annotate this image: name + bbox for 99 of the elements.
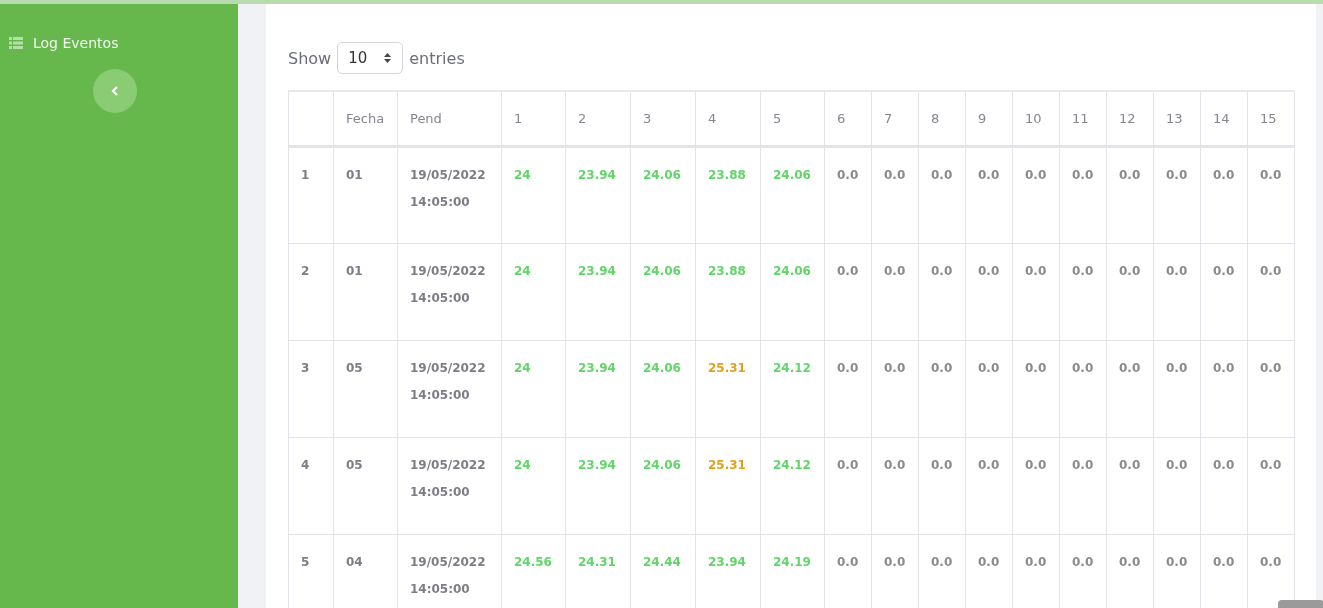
sidebar-item[interactable]: Log Eventos: [9, 35, 119, 51]
table-cell: 01: [333, 146, 398, 244]
table-cell: 2: [288, 243, 334, 341]
table-cell: 05: [333, 437, 398, 535]
table-cell: 24.06: [630, 340, 696, 438]
column-header[interactable]: 14: [1200, 91, 1248, 147]
table-cell: 24: [501, 146, 566, 244]
table-cell: 0.0: [1106, 146, 1154, 244]
table-cell: 24.06: [760, 146, 825, 244]
column-header[interactable]: 5: [760, 91, 825, 147]
table-cell: 0.0: [824, 146, 872, 244]
table-cell: 24.06: [630, 243, 696, 341]
table-cell: 24.06: [630, 437, 696, 535]
table-cell: 0.0: [965, 437, 1013, 535]
table-cell: 0.0: [1247, 437, 1295, 535]
table-cell: 1: [288, 146, 334, 244]
column-header[interactable]: 8: [918, 91, 966, 147]
table-cell: 0.0: [824, 437, 872, 535]
table-cell: 05: [333, 340, 398, 438]
column-header[interactable]: Fecha: [333, 91, 398, 147]
table-cell: 23.94: [565, 146, 631, 244]
table-cell: 0.0: [1200, 340, 1248, 438]
table-cell: 0.0: [1012, 146, 1060, 244]
table-cell: 0.0: [918, 340, 966, 438]
table-cell: 0.0: [1200, 243, 1248, 341]
list-icon: [9, 37, 23, 49]
table-cell: 0.0: [918, 437, 966, 535]
table-cell: 19/05/2022 14:05:00: [397, 437, 502, 535]
column-header[interactable]: Pend: [397, 91, 502, 147]
table-cell: 0.0: [871, 340, 919, 438]
entries-label: entries: [409, 48, 465, 68]
column-header[interactable]: 3: [630, 91, 696, 147]
table-cell: 25.31: [695, 437, 761, 535]
table-cell: 0.0: [1247, 146, 1295, 244]
table-cell: 0.0: [871, 243, 919, 341]
table-cell: 0.0: [871, 437, 919, 535]
table-cell: 0.0: [824, 340, 872, 438]
table-cell: 01: [333, 243, 398, 341]
table-cell: 19/05/2022 14:05:00: [397, 146, 502, 244]
column-header[interactable]: 11: [1059, 91, 1107, 147]
table-cell: 0.0: [965, 243, 1013, 341]
table-cell: 0.0: [1059, 340, 1107, 438]
table-cell: 0.0: [1153, 437, 1201, 535]
table-cell: 24: [501, 437, 566, 535]
table-cell: 23.94: [565, 437, 631, 535]
column-header[interactable]: 7: [871, 91, 919, 147]
table-cell: 0.0: [1153, 146, 1201, 244]
table-cell: 5: [288, 534, 334, 608]
table-cell: 0.0: [1106, 437, 1154, 535]
table-cell: 4: [288, 437, 334, 535]
table-cell: 0.0: [824, 243, 872, 341]
table-cell: 0.0: [918, 146, 966, 244]
chevron-left-icon: [111, 86, 119, 96]
table-cell: 0.0: [1059, 243, 1107, 341]
column-header[interactable]: 2: [565, 91, 631, 147]
table-cell: 23.94: [565, 243, 631, 341]
table-cell: 24.06: [630, 146, 696, 244]
table-cell: 24.12: [760, 340, 825, 438]
table-cell: 19/05/2022 14:05:00: [397, 340, 502, 438]
table-cell: 0.0: [1200, 437, 1248, 535]
table-cell: 23.88: [695, 243, 761, 341]
table-cell: 0.0: [965, 340, 1013, 438]
table-cell: 25.31: [695, 340, 761, 438]
table-cell: 0.0: [1059, 146, 1107, 244]
table-cell: 24: [501, 243, 566, 341]
collapse-sidebar-button[interactable]: [93, 69, 137, 113]
show-label: Show: [288, 48, 332, 68]
table-cell: 23.88: [695, 146, 761, 244]
table-cell: 19/05/2022 14:05:00: [397, 243, 502, 341]
column-header[interactable]: 15: [1247, 91, 1295, 147]
column-header[interactable]: 12: [1106, 91, 1154, 147]
table-cell: 0.0: [871, 146, 919, 244]
table-cell: 3: [288, 340, 334, 438]
column-header[interactable]: 1: [501, 91, 566, 147]
table-cell: 0.0: [1153, 243, 1201, 341]
table-cell: 0.0: [965, 146, 1013, 244]
column-header[interactable]: 10: [1012, 91, 1060, 147]
entries-select[interactable]: 10: [337, 42, 404, 74]
table-cell: 0.0: [1247, 243, 1295, 341]
table-cell: 0.0: [1059, 437, 1107, 535]
column-header[interactable]: 4: [695, 91, 761, 147]
column-header[interactable]: 9: [965, 91, 1013, 147]
table-cell: 0.0: [1012, 340, 1060, 438]
table-cell: 0.0: [1012, 437, 1060, 535]
column-header[interactable]: 13: [1153, 91, 1201, 147]
table-cell: 24.06: [760, 243, 825, 341]
table-cell: 0.0: [1106, 243, 1154, 341]
sort-arrows-icon: [383, 52, 393, 64]
table-cell: 24.12: [760, 437, 825, 535]
scrollbar-thumb[interactable]: [1278, 600, 1323, 608]
table-cell: 0.0: [1153, 340, 1201, 438]
table-cell: 0.0: [918, 243, 966, 341]
table-cell: 0.0: [1106, 340, 1154, 438]
table-cell: 0.0: [1012, 243, 1060, 341]
table-cell: 23.94: [565, 340, 631, 438]
column-header[interactable]: 6: [824, 91, 872, 147]
table-cell: 0.0: [1200, 146, 1248, 244]
table-cell: 24: [501, 340, 566, 438]
table-cell: 0.0: [1247, 340, 1295, 438]
